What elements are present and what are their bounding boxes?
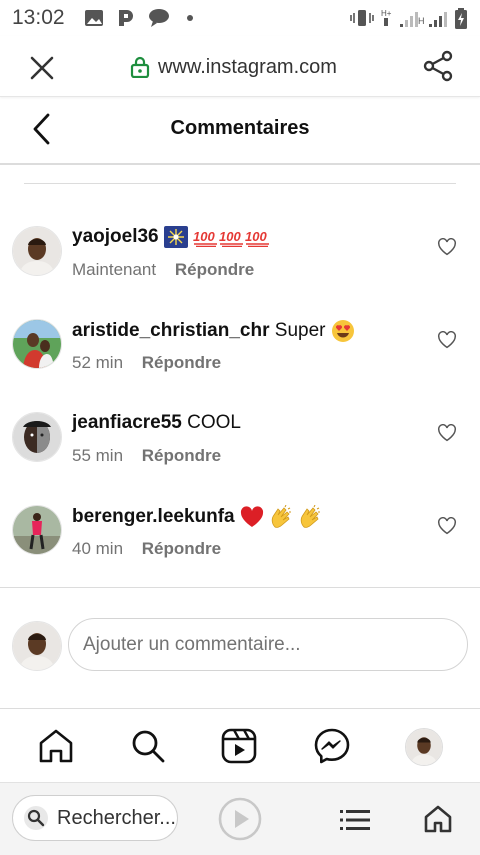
comments-header: Commentaires: [0, 97, 480, 165]
close-icon[interactable]: [28, 54, 56, 82]
comment-item: jeanfiacre55 COOL 55 min Répondre: [0, 412, 480, 492]
status-bar: 13:02 H+ H: [0, 0, 480, 36]
fireworks-emoji-icon: [163, 226, 188, 248]
bottom-nav: [0, 708, 480, 783]
browser-bottom-bar: Rechercher...: [0, 782, 480, 855]
comment-username[interactable]: aristide_christian_chr: [72, 320, 269, 341]
browser-toolbar: www.instagram.com: [0, 36, 480, 97]
messenger-icon[interactable]: [313, 727, 351, 765]
reels-icon[interactable]: [220, 727, 258, 765]
status-time: 13:02: [12, 6, 65, 29]
browser-home-icon[interactable]: [424, 805, 452, 833]
hundred-emoji-icon: 100: [245, 229, 270, 247]
reply-button[interactable]: Répondre: [142, 539, 221, 558]
comment-item: yaojoel36 100 100 100 Maintenant Répondr…: [0, 226, 480, 306]
dot-icon: [187, 15, 193, 21]
signal-2-icon: H: [418, 12, 447, 27]
svg-text:H: H: [418, 16, 425, 26]
profile-avatar[interactable]: [405, 728, 443, 766]
heart-outline-icon[interactable]: [437, 517, 457, 535]
svg-text:100: 100: [193, 229, 215, 244]
current-user-avatar: [12, 621, 62, 671]
comment-time: Maintenant: [72, 260, 157, 279]
avatar[interactable]: [12, 505, 62, 555]
avatar[interactable]: [12, 412, 62, 462]
heart-eyes-emoji-icon: [331, 320, 354, 342]
chat-bubble-icon: [149, 9, 169, 27]
reply-button[interactable]: Répondre: [175, 260, 254, 279]
comment-time: 55 min: [72, 446, 124, 465]
comment-item: berenger.leekunfa 40 min Répondre: [0, 505, 480, 585]
comment-text: Super: [274, 320, 326, 342]
search-icon: [24, 806, 48, 830]
hundred-emoji-icon: 100: [219, 229, 244, 247]
comment-username[interactable]: jeanfiacre55: [72, 412, 182, 433]
lock-icon: [130, 56, 150, 78]
play-icon[interactable]: [218, 797, 262, 841]
add-comment-input[interactable]: [68, 618, 468, 671]
signal-1-icon: H+: [381, 9, 418, 27]
avatar[interactable]: [12, 226, 62, 276]
share-icon[interactable]: [422, 50, 454, 82]
comment-username[interactable]: yaojoel36: [72, 226, 159, 247]
p-app-icon: [119, 10, 133, 26]
svg-text:100: 100: [219, 229, 241, 244]
browser-search-button[interactable]: Rechercher...: [12, 795, 178, 841]
battery-icon: [455, 8, 467, 29]
reply-button[interactable]: Répondre: [142, 446, 221, 465]
page-title: Commentaires: [170, 117, 310, 139]
comment-time: 40 min: [72, 539, 124, 558]
url-text: www.instagram.com: [158, 55, 337, 78]
heart-outline-icon[interactable]: [437, 331, 457, 349]
tabs-list-icon[interactable]: [340, 809, 370, 831]
clap-emoji-icon: [271, 505, 292, 528]
red-heart-emoji-icon: [240, 506, 263, 527]
browser-search-label: Rechercher...: [57, 806, 176, 829]
comment-item: aristide_christian_chr Super 52 min Répo…: [0, 319, 480, 399]
comment-time: 52 min: [72, 353, 124, 372]
home-icon[interactable]: [37, 727, 75, 765]
avatar[interactable]: [12, 319, 62, 369]
url-bar[interactable]: www.instagram.com: [130, 53, 337, 81]
heart-outline-icon[interactable]: [437, 424, 457, 442]
search-icon[interactable]: [129, 727, 167, 765]
heart-outline-icon[interactable]: [437, 238, 457, 256]
divider: [0, 587, 480, 588]
hundred-emoji-icon: 100: [193, 229, 218, 247]
svg-text:100: 100: [245, 229, 267, 244]
svg-text:H+: H+: [381, 9, 392, 18]
divider: [24, 183, 456, 184]
clap-emoji-icon: [301, 505, 321, 528]
comment-username[interactable]: berenger.leekunfa: [72, 506, 235, 527]
vibrate-icon: [350, 10, 374, 26]
gallery-icon: [85, 10, 103, 26]
comment-text: COOL: [187, 412, 241, 433]
reply-button[interactable]: Répondre: [142, 353, 221, 372]
